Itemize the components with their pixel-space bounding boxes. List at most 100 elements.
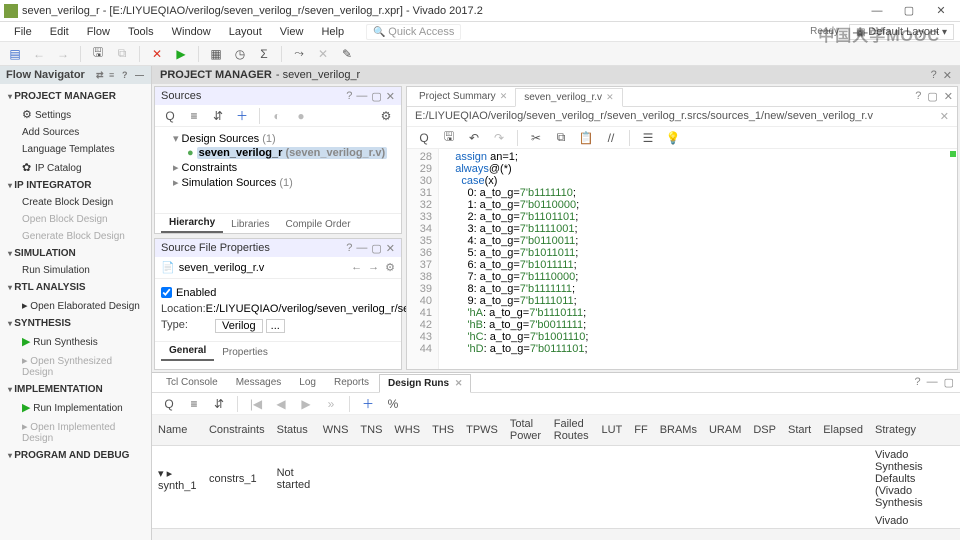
src-close-icon[interactable]: ✕ <box>386 90 395 103</box>
route-icon[interactable]: ⤳ <box>290 45 308 63</box>
pm-help-icon[interactable]: ? <box>931 69 937 82</box>
menu-view[interactable]: View <box>272 24 312 40</box>
new-icon[interactable]: ▤ <box>6 45 24 63</box>
src-min-icon[interactable]: — <box>356 90 367 103</box>
nav-col2-icon[interactable]: ≡ <box>109 70 119 80</box>
menu-help[interactable]: Help <box>313 24 352 40</box>
ed-help-icon[interactable]: ? <box>915 90 921 103</box>
ed-cut-icon[interactable]: ✂ <box>527 129 545 147</box>
type-browse-button[interactable]: ... <box>266 319 285 333</box>
copy-icon[interactable]: ⧉ <box>113 45 131 63</box>
col-header[interactable]: URAM <box>703 415 747 446</box>
nav-section[interactable]: PROGRAM AND DEBUG <box>0 447 151 464</box>
sfp-prev-icon[interactable]: ← <box>351 261 362 274</box>
ed-format-icon[interactable]: ☰ <box>639 129 657 147</box>
col-header[interactable]: Elapsed <box>817 415 869 446</box>
fwd-icon[interactable]: → <box>54 45 72 63</box>
ed-paste-icon[interactable]: 📋 <box>577 129 595 147</box>
nav-col1-icon[interactable]: ⇄ <box>96 70 106 80</box>
tab[interactable]: Hierarchy <box>161 214 223 233</box>
menu-flow[interactable]: Flow <box>79 24 118 40</box>
sources-tree[interactable]: ▾ Design Sources (1)● seven_verilog_r (s… <box>155 127 401 213</box>
nav-item[interactable]: Add Sources <box>0 124 151 141</box>
dr-prev-icon[interactable]: ◀ <box>272 395 290 413</box>
src-gear-icon[interactable]: ⚙ <box>377 107 395 125</box>
bottom-tab[interactable]: Log <box>291 374 324 391</box>
nav-section[interactable]: RTL ANALYSIS <box>0 279 151 296</box>
tree-row[interactable]: ▸ Simulation Sources (1) <box>161 175 395 190</box>
h-scrollbar[interactable] <box>152 528 960 540</box>
maximize-button[interactable]: ▢ <box>894 2 924 20</box>
src-more-icon[interactable]: ● <box>292 107 310 125</box>
ed-close-icon[interactable]: ✕ <box>944 90 953 103</box>
col-header[interactable]: DSP <box>747 415 782 446</box>
cancel-icon[interactable]: ✕ <box>148 45 166 63</box>
chip-icon[interactable]: ▦ <box>207 45 225 63</box>
src-search-icon[interactable]: Q <box>161 107 179 125</box>
back-icon[interactable]: ← <box>30 45 48 63</box>
col-header[interactable]: TNS <box>354 415 388 446</box>
pm-close-icon[interactable]: ✕ <box>943 69 952 82</box>
col-header[interactable]: Status <box>271 415 317 446</box>
dr-step-icon[interactable]: » <box>322 395 340 413</box>
dr-first-icon[interactable]: |◀ <box>247 395 265 413</box>
nav-item[interactable]: Language Templates <box>0 141 151 158</box>
col-header[interactable]: Failed Routes <box>548 415 596 446</box>
ed-copy-icon[interactable]: ⧉ <box>552 129 570 147</box>
menu-window[interactable]: Window <box>164 24 219 40</box>
src-tree-icon[interactable]: ⇵ <box>209 107 227 125</box>
nav-item[interactable]: Run Simulation <box>0 262 151 279</box>
minimize-button[interactable]: — <box>862 2 892 20</box>
ed-search-icon[interactable]: Q <box>415 129 433 147</box>
nav-item[interactable]: ▶ Run Implementation <box>0 398 151 417</box>
nav-item[interactable]: ▶ Run Synthesis <box>0 332 151 351</box>
nav-item[interactable]: ▸ Open Elaborated Design <box>0 296 151 315</box>
col-header[interactable]: THS <box>426 415 460 446</box>
bottom-tab[interactable]: Tcl Console <box>158 374 226 391</box>
layout-dropdown[interactable]: ▦ Default Layout ▾ <box>849 24 954 40</box>
dr-search-icon[interactable]: Q <box>160 395 178 413</box>
bt-max-icon[interactable]: ▢ <box>944 376 954 389</box>
ed-redo-icon[interactable]: ↷ <box>490 129 508 147</box>
tab[interactable]: General <box>161 342 214 361</box>
tab[interactable]: Compile Order <box>278 216 359 233</box>
design-runs-table[interactable]: NameConstraintsStatusWNSTNSWHSTHSTPWSTot… <box>152 415 960 528</box>
col-header[interactable]: Strategy <box>869 415 960 446</box>
nav-section[interactable]: IMPLEMENTATION <box>0 381 151 398</box>
tab-close-icon[interactable]: ✕ <box>500 91 508 102</box>
sfp-max-icon[interactable]: ▢ <box>371 242 381 255</box>
nav-item[interactable]: Create Block Design <box>0 194 151 211</box>
ed-undo-icon[interactable]: ↶ <box>465 129 483 147</box>
bottom-tab[interactable]: Reports <box>326 374 377 391</box>
dr-sort-icon[interactable]: ⇵ <box>210 395 228 413</box>
editor-tab[interactable]: Project Summary ✕ <box>411 88 515 105</box>
menu-edit[interactable]: Edit <box>42 24 77 40</box>
src-max-icon[interactable]: ▢ <box>371 90 381 103</box>
nav-help-icon[interactable]: ? <box>122 70 132 80</box>
dr-filter-icon[interactable]: ≡ <box>185 395 203 413</box>
code-area[interactable]: 2829303132333435363738394041424344 assig… <box>407 149 957 369</box>
src-view-icon[interactable]: ◐ <box>268 107 286 125</box>
col-header[interactable]: Total Power <box>504 415 548 446</box>
enabled-checkbox[interactable] <box>161 287 172 298</box>
dr-add-icon[interactable]: ＋ <box>359 395 377 413</box>
col-header[interactable]: BRAMs <box>654 415 703 446</box>
x-icon[interactable]: ✕ <box>314 45 332 63</box>
dr-percent-icon[interactable]: % <box>384 395 402 413</box>
menu-tools[interactable]: Tools <box>120 24 162 40</box>
tab[interactable]: Properties <box>214 344 276 361</box>
run-icon[interactable]: ▶ <box>172 45 190 63</box>
sfp-next-icon[interactable]: → <box>368 261 379 274</box>
tab[interactable]: Libraries <box>223 216 277 233</box>
col-header[interactable]: Constraints <box>203 415 271 446</box>
col-header[interactable]: Start <box>782 415 817 446</box>
nav-section[interactable]: SIMULATION <box>0 245 151 262</box>
tree-row[interactable]: ● seven_verilog_r (seven_verilog_r.v) <box>161 146 395 160</box>
nav-item[interactable]: ⚙Settings <box>0 105 151 124</box>
menu-layout[interactable]: Layout <box>221 24 270 40</box>
dr-play-icon[interactable]: ▶ <box>297 395 315 413</box>
bottom-tab[interactable]: Design Runs ✕ <box>379 374 471 393</box>
tree-row[interactable]: ▾ Design Sources (1) <box>161 131 395 146</box>
src-help-icon[interactable]: ? <box>346 90 352 103</box>
bt-min-icon[interactable]: — <box>927 376 938 389</box>
